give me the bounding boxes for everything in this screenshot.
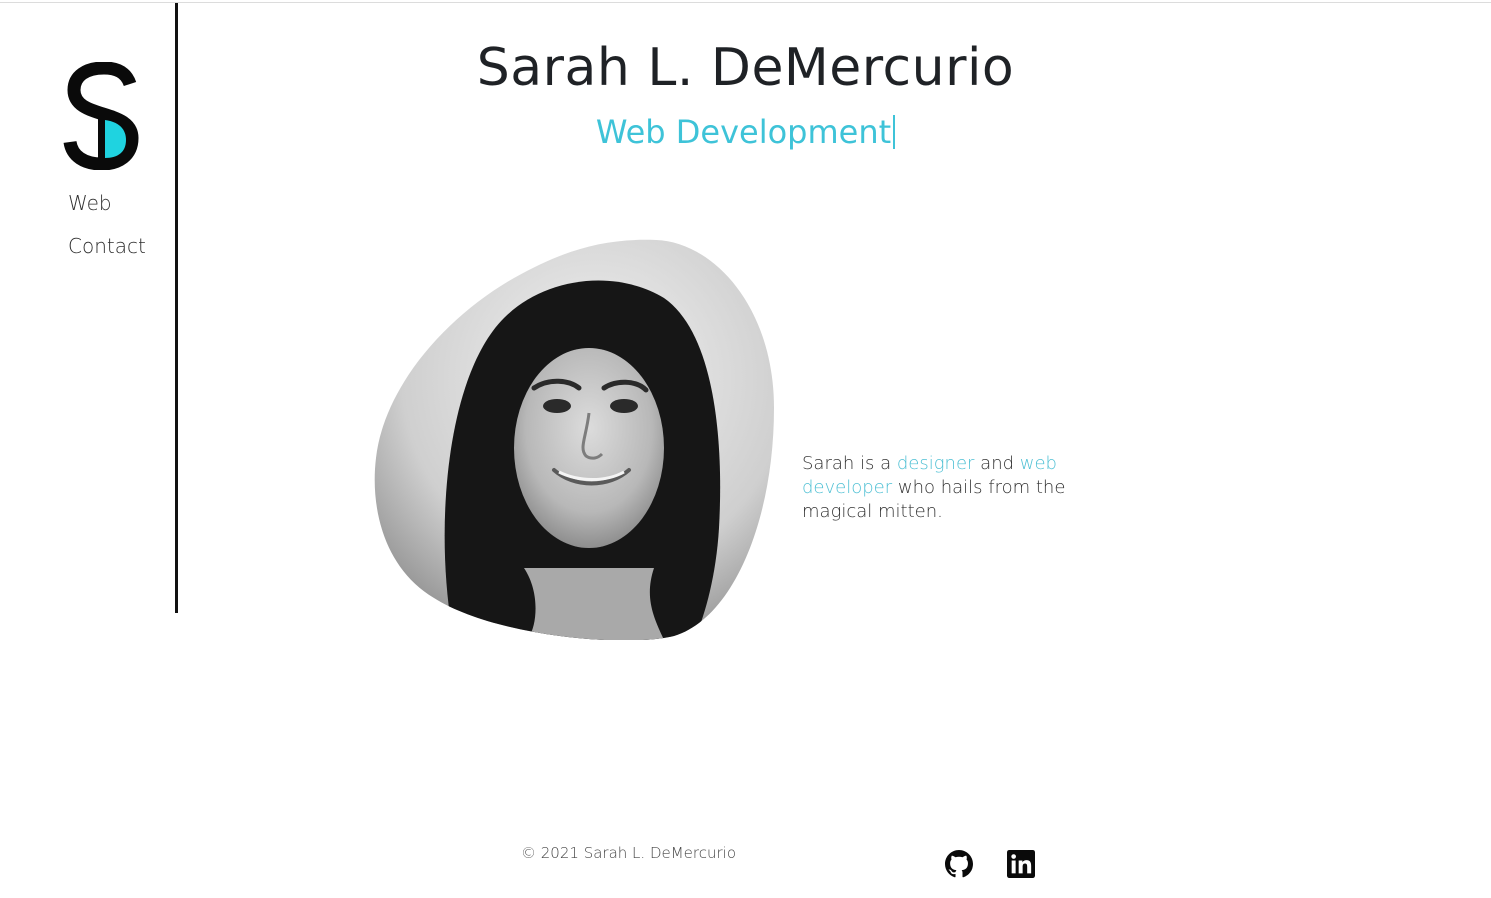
bio-part-1: Sarah is a (802, 453, 897, 474)
typing-cursor (893, 115, 896, 149)
top-border (0, 2, 1491, 3)
nav-link-contact[interactable]: Contact (68, 225, 146, 268)
typed-subtitle: Web Development (0, 110, 1491, 154)
bio-part-2: and (974, 453, 1020, 474)
bio-text: Sarah is a designer and web developer wh… (802, 452, 1092, 524)
copyright-text: © 2021 Sarah L. DeMercurio (521, 844, 737, 862)
sidebar-nav: Web Contact (68, 182, 146, 268)
github-icon[interactable] (945, 850, 973, 878)
nav-link-web[interactable]: Web (68, 182, 146, 225)
designer-link[interactable]: designer (897, 453, 975, 474)
portrait-photo (374, 238, 776, 640)
subtitle-text: Web Development (595, 113, 892, 151)
linkedin-icon[interactable] (1007, 850, 1035, 878)
page-title: Sarah L. DeMercurio (476, 38, 1015, 98)
